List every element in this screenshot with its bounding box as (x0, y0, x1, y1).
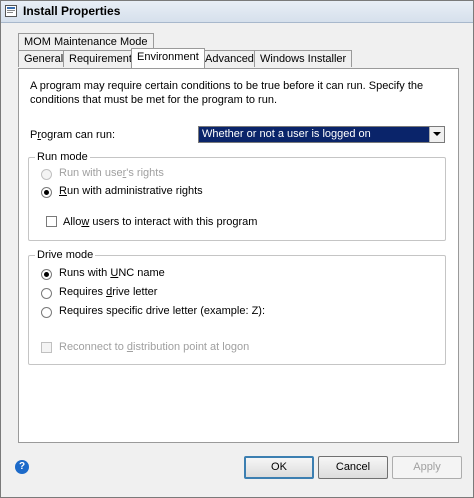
drive-mode-title: Drive mode (35, 249, 96, 262)
environment-description: A program may require certain conditions… (30, 80, 424, 106)
program-can-run-value: Whether or not a user is logged on (202, 128, 371, 140)
environment-panel: A program may require certain conditions… (18, 68, 459, 443)
reconnect-checkbox[interactable] (41, 342, 52, 353)
help-icon[interactable]: ? (15, 460, 29, 474)
run-mode-title: Run mode (35, 151, 90, 164)
program-can-run-label: Program can run: (30, 129, 115, 141)
run-user-rights-label: Run with user's rights (59, 167, 164, 179)
tab-windows-installer[interactable]: Windows Installer (254, 50, 353, 67)
tab-environment[interactable]: Environment (131, 48, 205, 68)
allow-interact-checkbox[interactable] (46, 216, 57, 227)
ok-button[interactable]: OK (244, 456, 314, 479)
window-title: Install Properties (23, 4, 121, 18)
requires-drive-letter-radio[interactable] (41, 288, 52, 299)
window-icon (5, 5, 17, 17)
tab-advanced[interactable]: Advanced (199, 50, 260, 67)
run-admin-rights-radio[interactable] (41, 187, 52, 198)
install-properties-dialog: Install Properties MOM Maintenance Mode … (0, 0, 474, 498)
requires-specific-drive-label: Requires specific drive letter (example:… (59, 305, 266, 317)
runs-with-unc-label: Runs with UNC name (59, 267, 165, 279)
allow-interact-label: Allow users to interact with this progra… (63, 216, 258, 228)
run-admin-rights-label: Run with administrative rights (59, 185, 203, 197)
dropdown-arrow-icon[interactable] (429, 127, 444, 142)
reconnect-label: Reconnect to distribution point at logon (59, 341, 250, 353)
apply-button[interactable]: Apply (392, 456, 462, 479)
requires-drive-letter-label: Requires drive letter (59, 286, 158, 298)
requires-specific-drive-radio[interactable] (41, 307, 52, 318)
program-can-run-select[interactable]: Whether or not a user is logged on (198, 126, 445, 143)
tab-general[interactable]: General (18, 50, 70, 67)
drive-mode-group: Drive mode Runs with UNC name Requires d… (28, 249, 446, 365)
runs-with-unc-radio[interactable] (41, 269, 52, 280)
title-bar: Install Properties (1, 1, 473, 23)
run-mode-group: Run mode Run with user's rights Run with… (28, 151, 446, 241)
run-user-rights-radio[interactable] (41, 169, 52, 180)
cancel-button[interactable]: Cancel (318, 456, 388, 479)
